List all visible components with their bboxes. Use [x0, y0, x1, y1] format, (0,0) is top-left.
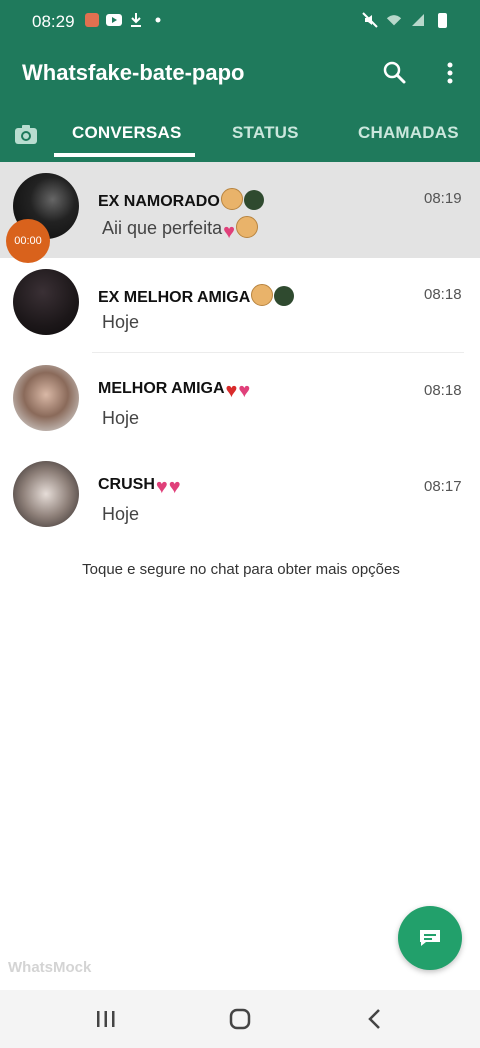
avatar: [13, 461, 79, 527]
chat-time: 08:18: [424, 286, 462, 303]
camera-icon[interactable]: [12, 120, 40, 148]
dark-orb-emoji: [274, 286, 295, 306]
wifi-icon: [386, 12, 402, 28]
signal-icon: [410, 12, 426, 28]
chat-preview: Hoje: [102, 504, 140, 524]
chat-row-crush[interactable]: CRUSH♥♥ 08:17 Hoje: [0, 450, 480, 546]
tab-chamadas[interactable]: CHAMADAS: [358, 123, 459, 143]
tab-selected-indicator: [54, 153, 195, 157]
mute-icon: [362, 12, 378, 28]
youtube-icon: [106, 12, 122, 28]
chat-name: EX MELHOR AMIGA: [98, 284, 295, 307]
avatar: [13, 365, 79, 431]
tab-conversas[interactable]: CONVERSAS: [72, 123, 182, 143]
search-icon[interactable]: [382, 60, 408, 86]
back-icon[interactable]: [362, 1006, 390, 1032]
timer-badge[interactable]: 00:00: [6, 219, 50, 263]
tab-status[interactable]: STATUS: [232, 123, 299, 143]
status-left-icons: [84, 12, 166, 28]
two-hearts-emoji: ♥: [168, 476, 181, 498]
app-bar: Whatsfake-bate-papo: [0, 44, 480, 106]
chat-preview: Aii que perfeita♥: [102, 216, 258, 242]
avatar: [13, 269, 79, 335]
rolling-eyes-emoji: [220, 188, 243, 210]
chat-row-ex-melhor-amiga[interactable]: EX MELHOR AMIGA 08:18 Hoje: [0, 258, 480, 354]
more-vert-icon[interactable]: [440, 60, 460, 86]
sparkling-heart-emoji: ♥: [238, 380, 251, 402]
battery-icon: [434, 12, 450, 28]
hint-text: Toque e segure no chat para obter mais o…: [82, 561, 400, 578]
chat-name: CRUSH♥♥: [98, 476, 181, 498]
chat-row-ex-namorado[interactable]: EX NAMORADO 08:19 Aii que perfeita♥: [0, 162, 480, 258]
red-heart-emoji: ♥: [225, 380, 238, 402]
dark-orb-emoji: [243, 190, 264, 210]
rolling-eyes-emoji: [251, 284, 274, 306]
new-chat-icon: [418, 928, 442, 948]
chat-preview: Hoje: [102, 312, 140, 332]
system-nav-bar: [0, 990, 480, 1048]
app-title: Whatsfake-bate-papo: [22, 60, 245, 85]
chat-name: EX NAMORADO: [98, 188, 264, 211]
sparkling-heart-emoji: ♥: [155, 476, 168, 498]
face-emoji: [235, 216, 258, 238]
chat-preview: Hoje: [102, 408, 140, 428]
home-icon[interactable]: [226, 1006, 254, 1032]
status-right-icons: [362, 12, 450, 28]
chat-time: 08:17: [424, 478, 462, 495]
download-icon: [128, 12, 144, 28]
chat-time: 08:18: [424, 382, 462, 399]
dot-icon: [150, 12, 166, 28]
recent-apps-icon[interactable]: [92, 1006, 120, 1032]
photo-icon: [84, 12, 100, 28]
chat-row-melhor-amiga[interactable]: MELHOR AMIGA♥♥ 08:18 Hoje: [0, 354, 480, 450]
divider: [92, 352, 464, 353]
status-bar: 08:29: [0, 0, 480, 44]
new-chat-button[interactable]: [398, 906, 462, 970]
status-time: 08:29: [32, 12, 75, 31]
heart-emoji: ♥: [223, 221, 235, 243]
watermark: WhatsMock: [8, 959, 92, 976]
chat-time: 08:19: [424, 190, 462, 207]
chat-name: MELHOR AMIGA♥♥: [98, 380, 251, 402]
